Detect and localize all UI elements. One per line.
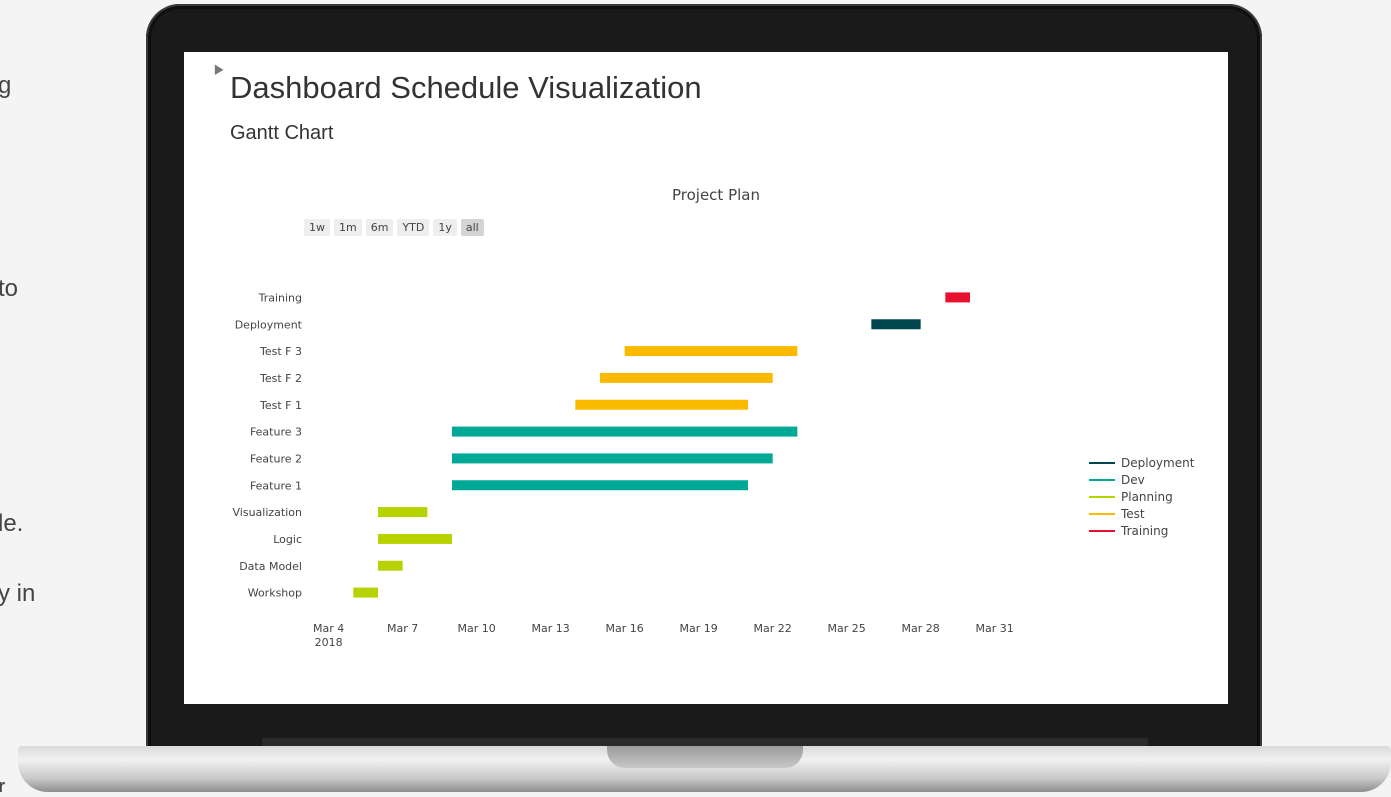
y-tick-label: Test F 2 bbox=[259, 372, 302, 385]
gantt-bar[interactable] bbox=[452, 426, 798, 437]
x-tick-label: Mar 7 bbox=[387, 622, 418, 635]
y-tick-label: Test F 1 bbox=[259, 399, 302, 412]
legend-item[interactable]: Dev bbox=[1089, 471, 1194, 488]
y-tick-label: Test F 3 bbox=[259, 345, 302, 358]
x-tick-label: Mar 25 bbox=[828, 622, 866, 635]
legend-label: Training bbox=[1121, 523, 1169, 538]
legend-swatch bbox=[1089, 461, 1115, 464]
x-tick-label: Mar 10 bbox=[458, 622, 496, 635]
x-tick-label: Mar 22 bbox=[754, 622, 792, 635]
gantt-bar[interactable] bbox=[378, 507, 428, 518]
side-text-fragment: le. bbox=[0, 510, 24, 537]
x-tick-label: Mar 28 bbox=[902, 622, 940, 635]
legend-swatch bbox=[1089, 512, 1115, 515]
gantt-bar[interactable] bbox=[378, 560, 403, 571]
x-tick-label: Mar 16 bbox=[606, 622, 644, 635]
legend-item[interactable]: Test bbox=[1089, 505, 1194, 522]
gantt-chart: Training Deployment Test F 3 Test F 2 Test F… bbox=[233, 291, 1014, 649]
x-tick-label: Mar 4 bbox=[313, 622, 344, 635]
x-tick-sublabel: 2018 bbox=[315, 636, 343, 649]
laptop-notch bbox=[607, 746, 803, 768]
legend-label: Dev bbox=[1121, 472, 1145, 487]
y-tick-label: Feature 2 bbox=[250, 452, 302, 465]
chart-legend: Deployment Dev Planning Test Training bbox=[1089, 454, 1194, 539]
side-text-fragment: y in bbox=[0, 580, 36, 607]
gantt-bar[interactable] bbox=[871, 319, 921, 330]
x-tick-label: Mar 13 bbox=[532, 622, 570, 635]
side-text-fragment: to bbox=[0, 275, 19, 302]
legend-item[interactable]: Planning bbox=[1089, 488, 1194, 505]
gantt-bar[interactable] bbox=[452, 480, 748, 491]
gantt-bar[interactable] bbox=[353, 587, 378, 598]
y-tick-label: Data Model bbox=[239, 560, 302, 573]
x-tick-label: Mar 19 bbox=[680, 622, 718, 635]
side-text-fragment: g bbox=[0, 72, 12, 99]
legend-label: Planning bbox=[1121, 489, 1173, 504]
y-tick-label: Logic bbox=[273, 533, 302, 546]
y-tick-label: Feature 3 bbox=[250, 426, 302, 439]
y-tick-label: Feature 1 bbox=[250, 479, 302, 492]
gantt-bar[interactable] bbox=[600, 372, 773, 383]
gantt-bar[interactable] bbox=[378, 533, 452, 544]
gantt-bar[interactable] bbox=[452, 453, 773, 464]
y-tick-label: Workshop bbox=[248, 587, 302, 600]
x-tick-label: Mar 31 bbox=[976, 622, 1014, 635]
y-tick-label: Deployment bbox=[235, 318, 303, 331]
legend-item[interactable]: Deployment bbox=[1089, 454, 1194, 471]
gantt-bar[interactable] bbox=[624, 346, 798, 357]
laptop-screen: Dashboard Schedule Visualization Gantt C… bbox=[184, 52, 1228, 704]
legend-swatch bbox=[1089, 478, 1115, 481]
legend-label: Test bbox=[1121, 506, 1145, 521]
legend-swatch bbox=[1089, 495, 1115, 498]
gantt-bar[interactable] bbox=[945, 292, 970, 303]
legend-label: Deployment bbox=[1121, 455, 1195, 470]
legend-swatch bbox=[1089, 529, 1115, 532]
y-tick-label: Training bbox=[258, 291, 302, 304]
y-tick-label: Visualization bbox=[233, 506, 303, 519]
gantt-bar[interactable] bbox=[575, 399, 748, 410]
legend-item[interactable]: Training bbox=[1089, 522, 1194, 539]
